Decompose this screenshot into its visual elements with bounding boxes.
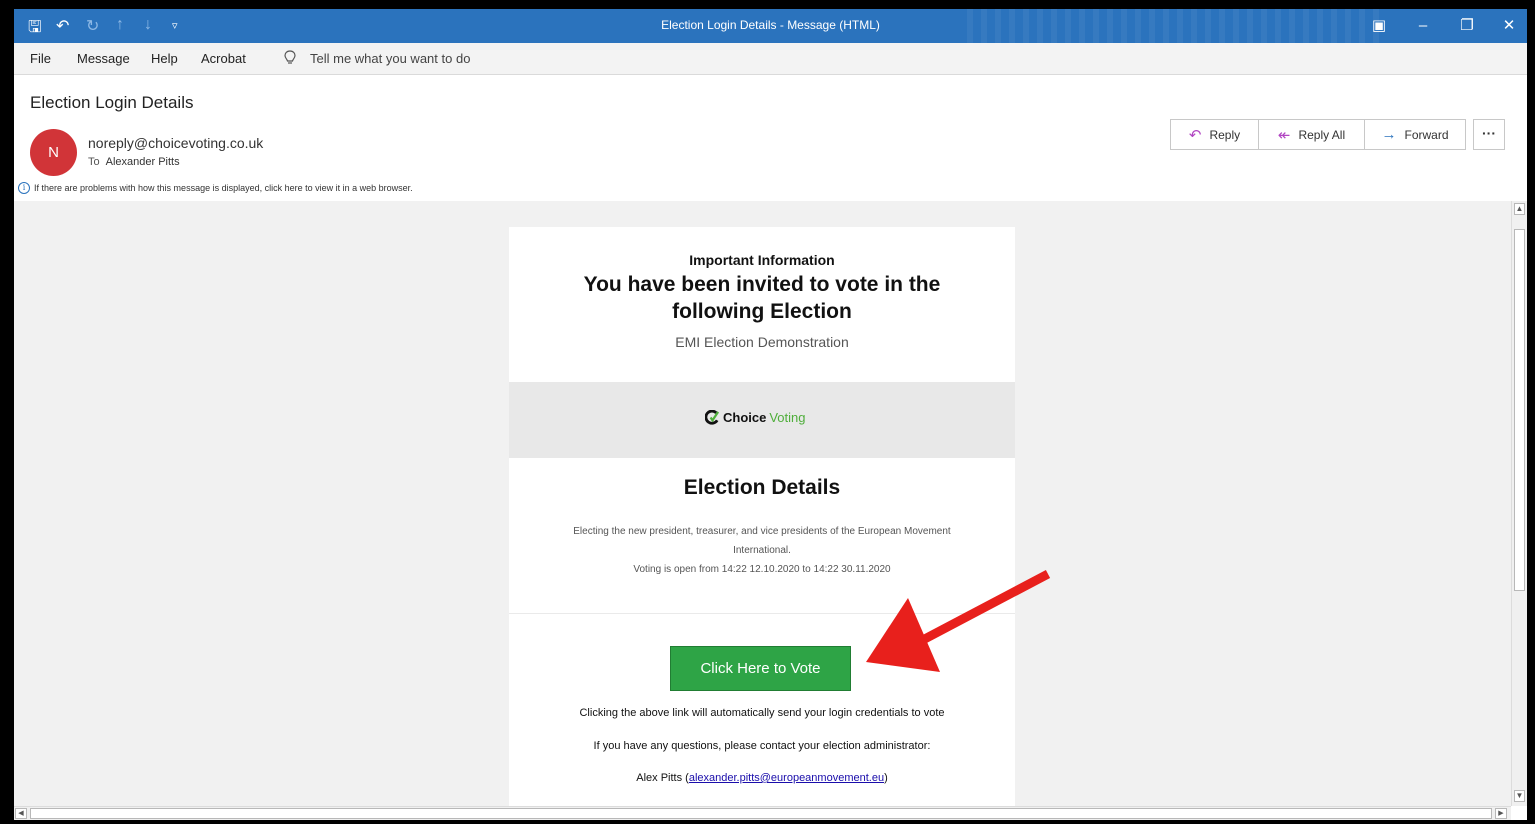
scroll-left-icon[interactable]: ◀ bbox=[15, 808, 27, 819]
menu-acrobat[interactable]: Acrobat bbox=[201, 51, 246, 66]
minimize-icon[interactable]: – bbox=[1408, 14, 1438, 38]
recipient-name[interactable]: Alexander Pitts bbox=[106, 156, 180, 168]
contact-email-link[interactable]: alexander.pitts@europeanmovement.eu bbox=[689, 772, 884, 784]
info-bar[interactable]: i If there are problems with how this me… bbox=[18, 182, 413, 194]
contact-line: Alex Pitts (alexander.pitts@europeanmove… bbox=[509, 772, 1015, 784]
to-label: To bbox=[88, 156, 100, 168]
reply-label: Reply bbox=[1209, 127, 1241, 142]
forward-icon: → bbox=[1381, 126, 1397, 143]
vote-button[interactable]: Click Here to Vote bbox=[670, 646, 851, 691]
contact-close: ) bbox=[884, 772, 888, 784]
lightbulb-icon bbox=[284, 50, 296, 64]
annotation-arrow bbox=[866, 570, 1051, 672]
scroll-up-icon[interactable]: ▲ bbox=[1514, 203, 1525, 215]
close-icon[interactable]: ✕ bbox=[1494, 14, 1524, 38]
scroll-right-icon[interactable]: ▶ bbox=[1495, 808, 1507, 819]
description-line2: International. bbox=[733, 545, 791, 556]
message-body: Important Information You have been invi… bbox=[14, 201, 1511, 806]
menu-message[interactable]: Message bbox=[77, 51, 130, 66]
reply-button[interactable]: ↶ Reply bbox=[1171, 120, 1259, 149]
more-actions-button[interactable]: ··· bbox=[1473, 119, 1505, 150]
questions-note: If you have any questions, please contac… bbox=[593, 740, 931, 752]
invite-headline-line1: You have been invited to vote in the bbox=[583, 273, 941, 296]
sender-address[interactable]: noreply@choicevoting.co.uk bbox=[88, 135, 263, 151]
ribbon-display-icon[interactable]: ▣ bbox=[1364, 14, 1394, 38]
forward-label: Forward bbox=[1404, 127, 1449, 142]
reply-all-label: Reply All bbox=[1298, 127, 1346, 142]
important-heading: Important Information bbox=[689, 252, 835, 268]
menu-file[interactable]: File bbox=[30, 51, 51, 66]
recipient-line: To Alexander Pitts bbox=[88, 156, 180, 168]
menu-help[interactable]: Help bbox=[151, 51, 178, 66]
response-actions: ↶ Reply ↞ Reply All → Forward bbox=[1170, 119, 1466, 150]
choice-voting-logo: Choice Voting bbox=[705, 410, 806, 425]
election-details-title: Election Details bbox=[683, 476, 841, 499]
logo-text-voting: Voting bbox=[769, 410, 806, 425]
window-title: Election Login Details - Message (HTML) bbox=[661, 18, 880, 32]
reply-all-button[interactable]: ↞ Reply All bbox=[1259, 120, 1365, 149]
reply-icon: ↶ bbox=[1188, 126, 1202, 144]
forward-button[interactable]: → Forward bbox=[1365, 120, 1465, 149]
invite-headline-line2: following Election bbox=[672, 300, 852, 323]
info-icon: i bbox=[18, 182, 30, 194]
election-name: EMI Election Demonstration bbox=[675, 334, 849, 350]
vertical-scroll-thumb[interactable] bbox=[1514, 229, 1525, 591]
menu-bar: File Message Help Acrobat Tell me what y… bbox=[14, 43, 1527, 75]
outlook-message-window: 🖫 ↶ ↻ ↑ ↓ ▿ Election Login Details - Mes… bbox=[14, 9, 1527, 820]
tell-me-search[interactable]: Tell me what you want to do bbox=[310, 51, 470, 66]
contact-name: Alex Pitts ( bbox=[636, 772, 689, 784]
vertical-scrollbar[interactable]: ▲ ▼ bbox=[1511, 201, 1527, 806]
horizontal-scroll-thumb[interactable] bbox=[30, 808, 1492, 819]
logo-band: Choice Voting bbox=[509, 382, 1015, 458]
email-card: Important Information You have been invi… bbox=[509, 227, 1015, 806]
message-subject: Election Login Details bbox=[30, 93, 194, 112]
scroll-down-icon[interactable]: ▼ bbox=[1514, 790, 1525, 802]
horizontal-scrollbar[interactable]: ◀ ▶ bbox=[14, 806, 1511, 820]
restore-icon[interactable]: ❐ bbox=[1452, 14, 1482, 38]
reply-all-icon: ↞ bbox=[1277, 126, 1291, 144]
description-line1: Electing the new president, treasurer, a… bbox=[573, 526, 951, 537]
title-bar: 🖫 ↶ ↻ ↑ ↓ ▿ Election Login Details - Mes… bbox=[14, 9, 1527, 43]
logo-text-choice: Choice bbox=[723, 410, 767, 425]
avatar[interactable]: N bbox=[30, 129, 77, 176]
invitation-section: Important Information You have been invi… bbox=[509, 227, 1015, 382]
checkmark-logo-icon bbox=[705, 410, 720, 425]
invite-headline: You have been invited to vote in the fol… bbox=[509, 271, 1015, 325]
auto-send-note: Clicking the above link will automatical… bbox=[579, 707, 945, 719]
info-bar-text[interactable]: If there are problems with how this mess… bbox=[34, 183, 413, 193]
